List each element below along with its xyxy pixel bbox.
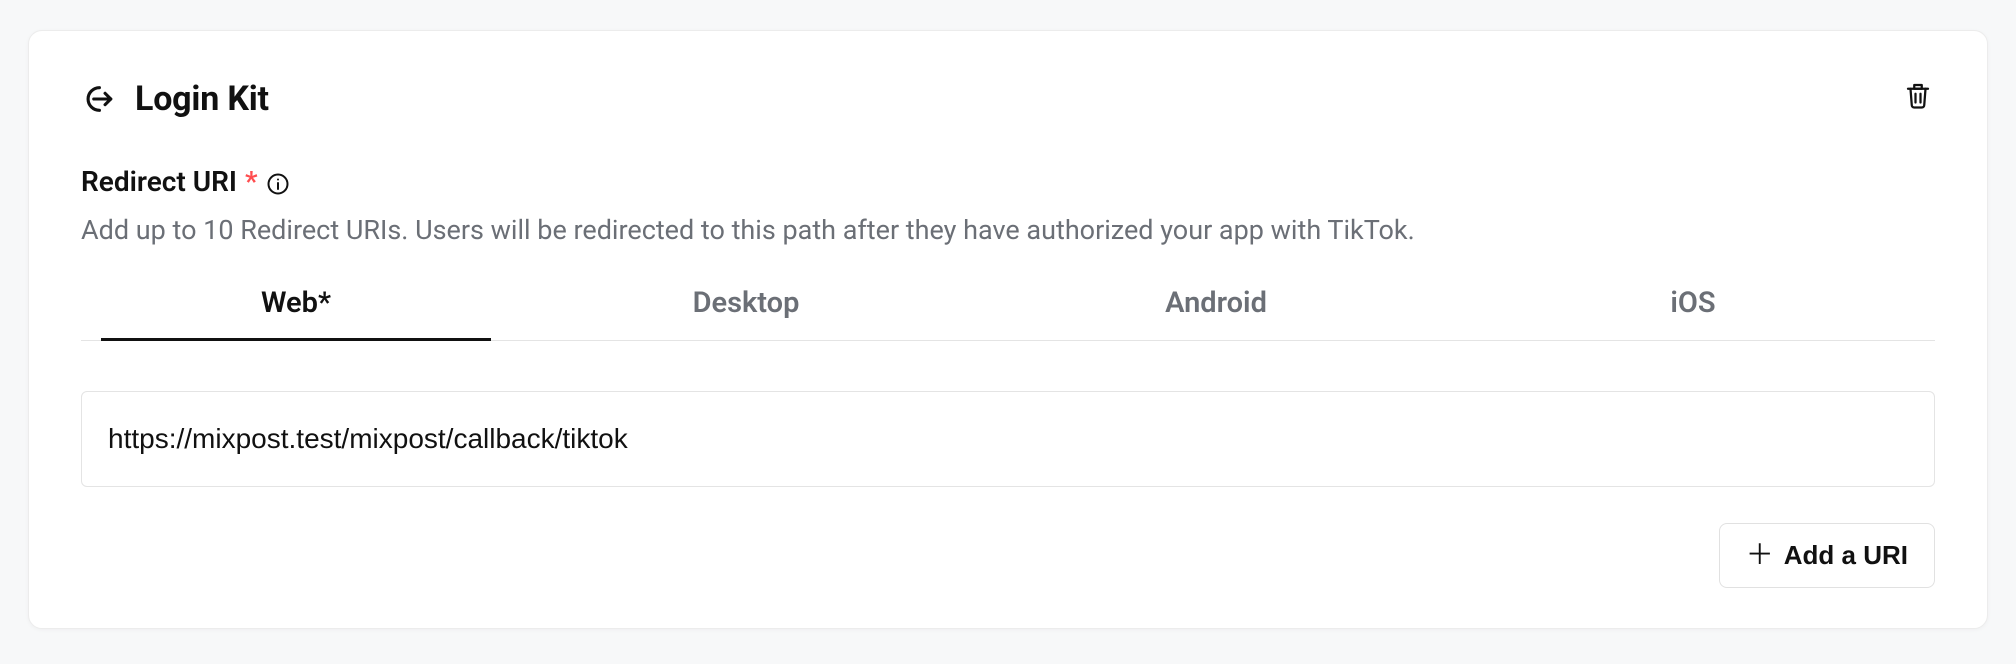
tab-desktop[interactable]: Desktop bbox=[511, 286, 981, 340]
tab-ios[interactable]: iOS bbox=[1451, 286, 1935, 340]
tab-web[interactable]: Web* bbox=[81, 286, 511, 340]
info-icon[interactable] bbox=[266, 170, 290, 194]
plus-icon: ＋ bbox=[1746, 541, 1774, 569]
redirect-uri-input[interactable] bbox=[81, 391, 1935, 487]
delete-button[interactable] bbox=[1901, 79, 1935, 113]
card-header: Login Kit bbox=[81, 79, 1935, 119]
field-helper: Add up to 10 Redirect URIs. Users will b… bbox=[81, 212, 1935, 250]
field-label: Redirect URI bbox=[81, 165, 237, 198]
platform-tabs: Web* Desktop Android iOS bbox=[81, 286, 1935, 341]
login-icon bbox=[81, 82, 115, 116]
actions-row: ＋ Add a URI bbox=[81, 523, 1935, 588]
add-uri-label: Add a URI bbox=[1784, 540, 1908, 571]
add-uri-button[interactable]: ＋ Add a URI bbox=[1719, 523, 1935, 588]
trash-icon bbox=[1903, 80, 1933, 110]
login-kit-card: Login Kit Redirect URI * Add up to 10 Re… bbox=[28, 30, 1988, 629]
field-label-row: Redirect URI * bbox=[81, 165, 1935, 198]
tab-android[interactable]: Android bbox=[981, 286, 1451, 340]
card-title: Login Kit bbox=[135, 79, 269, 119]
required-mark: * bbox=[245, 165, 258, 198]
